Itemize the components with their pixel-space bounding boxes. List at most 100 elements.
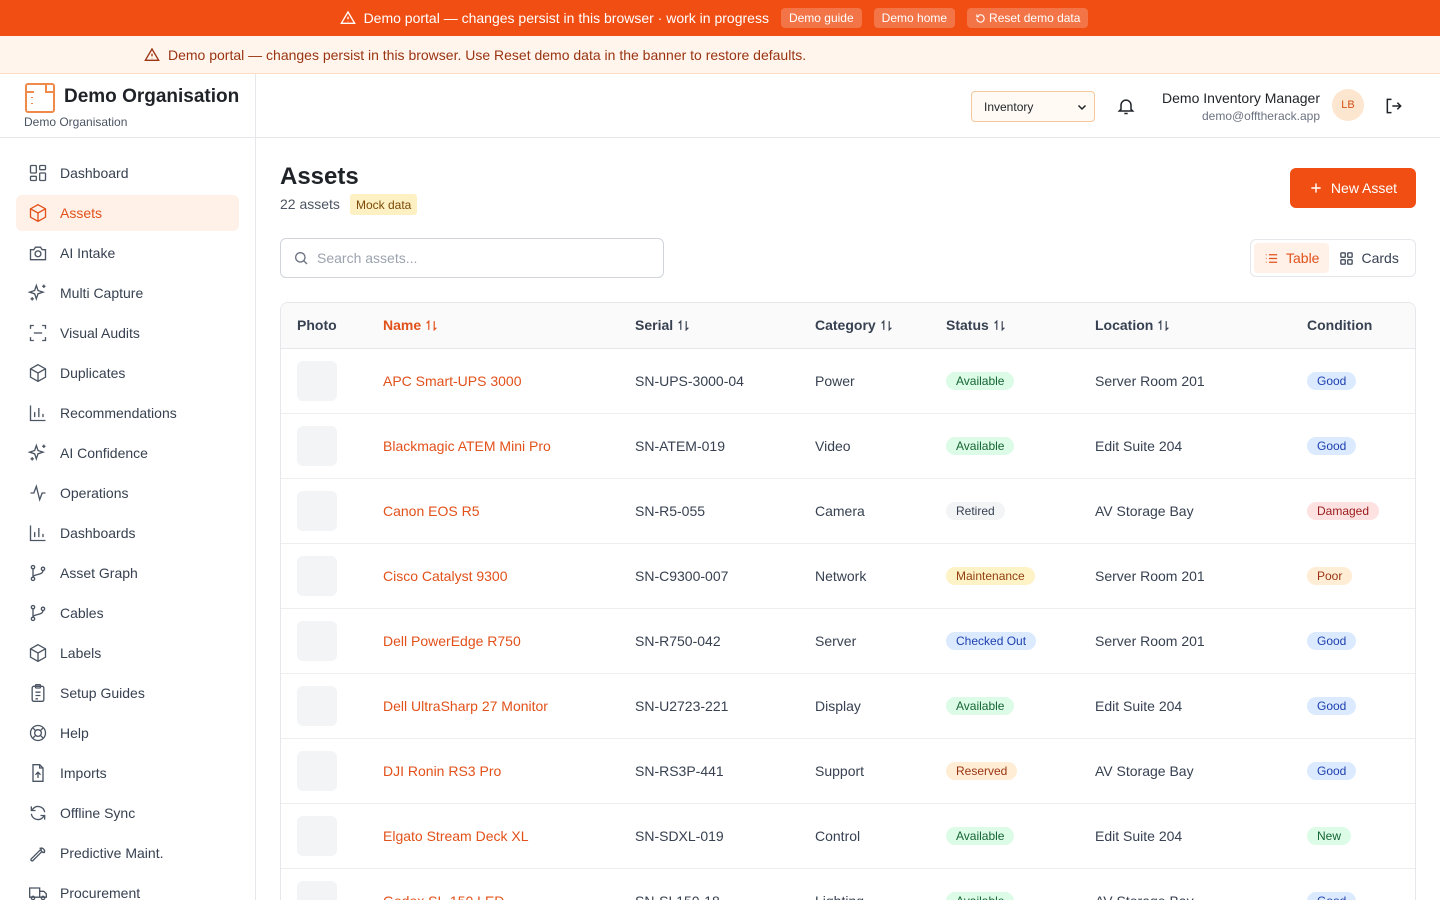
asset-photo-placeholder[interactable] bbox=[297, 360, 337, 401]
asset-photo-placeholder[interactable] bbox=[297, 555, 337, 596]
table-view-button[interactable]: Table bbox=[1254, 243, 1330, 273]
table-row[interactable]: Dell UltraSharp 27 Monitor SN-U2723-221 Di… bbox=[281, 673, 1415, 739]
asset-photo-placeholder[interactable] bbox=[297, 425, 337, 466]
reset-demo-button[interactable]: Reset demo data bbox=[967, 8, 1089, 28]
sidebar: Demo Organisation Demo Organisation Dash… bbox=[0, 74, 256, 900]
org-subtitle: Demo Organisation bbox=[24, 115, 128, 129]
truck-icon bbox=[29, 887, 47, 900]
category-cell: Support bbox=[799, 738, 930, 804]
column-header-category[interactable]: Category bbox=[799, 303, 930, 349]
sidebar-item-help[interactable]: Help bbox=[16, 715, 239, 751]
asset-photo-placeholder[interactable] bbox=[297, 685, 337, 726]
status-badge: Available bbox=[946, 696, 1015, 715]
user-email: demo@offtherack.app bbox=[1201, 109, 1320, 123]
location-cell: Edit Suite 204 bbox=[1079, 803, 1291, 869]
table-row[interactable]: DJI Ronin RS3 Pro SN-RS3P-441 Support Reser… bbox=[281, 738, 1415, 804]
sidebar-item-visual-audits[interactable]: Visual Audits bbox=[16, 315, 239, 351]
serial-cell: SN-UPS-3000-04 bbox=[619, 348, 799, 414]
table-row[interactable]: Elgato Stream Deck XL SN-SDXL-019 Control A… bbox=[281, 803, 1415, 869]
status-cell: Available bbox=[930, 413, 1079, 479]
status-cell: Retired bbox=[930, 478, 1079, 544]
brand[interactable]: Demo Organisation Demo Organisation bbox=[0, 74, 255, 138]
asset-photo-placeholder[interactable] bbox=[297, 815, 337, 856]
sidebar-item-dashboards[interactable]: Dashboards bbox=[16, 515, 239, 551]
asset-name-link[interactable]: Godox SL-150 LED bbox=[383, 893, 504, 900]
asset-name-link[interactable]: APC Smart-UPS 3000 bbox=[383, 373, 522, 389]
serial-cell: SN-RS3P-441 bbox=[619, 738, 799, 804]
category-cell: Camera bbox=[799, 478, 930, 544]
condition-badge: Good bbox=[1307, 696, 1357, 715]
sidebar-item-assets[interactable]: Assets bbox=[16, 195, 239, 231]
column-header-location[interactable]: Location bbox=[1079, 303, 1291, 349]
sidebar-item-offline-sync[interactable]: Offline Sync bbox=[16, 795, 239, 831]
sidebar-item-label: Dashboard bbox=[60, 165, 129, 181]
sparkles-icon bbox=[28, 443, 46, 461]
asset-name-link[interactable]: Dell UltraSharp 27 Monitor bbox=[383, 698, 548, 714]
photo-cell bbox=[281, 803, 367, 869]
asset-name-link[interactable]: Dell PowerEdge R750 bbox=[383, 633, 521, 649]
sidebar-item-operations[interactable]: Operations bbox=[16, 475, 239, 511]
table-row[interactable]: Canon EOS R5 SN-R5-055 Camera Retired AV Sto… bbox=[281, 478, 1415, 544]
sidebar-item-predictive-maint[interactable]: Predictive Maint. bbox=[16, 835, 239, 871]
column-header-serial[interactable]: Serial bbox=[619, 303, 799, 349]
demo-home-link[interactable]: Demo home bbox=[873, 8, 956, 28]
table-row[interactable]: Godox SL-150 LED SN-SL150-18Lighting Avail… bbox=[281, 868, 1415, 900]
name-cell: Blackmagic ATEM Mini Pro bbox=[367, 413, 619, 479]
context-select[interactable]: Inventory bbox=[971, 91, 1095, 122]
sidebar-item-ai-intake[interactable]: AI Intake bbox=[16, 235, 239, 271]
asset-name-link[interactable]: DJI Ronin RS3 Pro bbox=[383, 763, 501, 779]
asset-name-link[interactable]: Elgato Stream Deck XL bbox=[383, 828, 529, 844]
column-header-status[interactable]: Status bbox=[930, 303, 1079, 349]
box-icon bbox=[29, 643, 47, 663]
search-box[interactable] bbox=[280, 238, 664, 278]
chevron-down-icon bbox=[1077, 104, 1087, 111]
sidebar-item-dashboard[interactable]: Dashboard bbox=[16, 155, 239, 191]
asset-name-link[interactable]: Canon EOS R5 bbox=[383, 503, 480, 519]
asset-photo-placeholder[interactable] bbox=[297, 880, 337, 900]
warning-icon bbox=[144, 47, 160, 61]
asset-name-link[interactable]: Cisco Catalyst 9300 bbox=[383, 568, 508, 584]
sidebar-item-imports[interactable]: Imports bbox=[16, 755, 239, 791]
column-header-name[interactable]: Name bbox=[367, 303, 619, 349]
category-cell: Display bbox=[799, 673, 930, 739]
cards-view-button[interactable]: Cards bbox=[1329, 243, 1408, 273]
sidebar-item-setup-guides[interactable]: Setup Guides bbox=[16, 675, 239, 711]
table-row[interactable]: Blackmagic ATEM Mini Pro SN-ATEM-019 Video… bbox=[281, 413, 1415, 479]
box-icon bbox=[29, 203, 47, 223]
avatar[interactable]: LB bbox=[1332, 89, 1364, 121]
sidebar-item-label: AI Intake bbox=[60, 245, 116, 261]
photo-cell bbox=[281, 868, 367, 900]
sidebar-item-cables[interactable]: Cables bbox=[16, 595, 239, 631]
git-branch-icon bbox=[30, 604, 46, 622]
column-header-condition: Condition bbox=[1291, 303, 1415, 349]
search-input[interactable] bbox=[317, 250, 647, 266]
sidebar-item-label: Labels bbox=[60, 645, 102, 661]
name-cell: Godox SL-150 LED bbox=[367, 868, 619, 900]
serial-cell: SN-R5-055 bbox=[619, 478, 799, 544]
sidebar-item-labels[interactable]: Labels bbox=[16, 635, 239, 671]
activity-icon bbox=[30, 484, 46, 502]
asset-photo-placeholder[interactable] bbox=[297, 750, 337, 791]
asset-photo-placeholder[interactable] bbox=[297, 490, 337, 531]
sort-icon bbox=[1158, 319, 1170, 332]
logout-icon[interactable] bbox=[1384, 96, 1404, 116]
sidebar-item-duplicates[interactable]: Duplicates bbox=[16, 355, 239, 391]
sidebar-item-ai-confidence[interactable]: AI Confidence bbox=[16, 435, 239, 471]
sidebar-item-recommendations[interactable]: Recommendations bbox=[16, 395, 239, 431]
table-row[interactable]: Dell PowerEdge R750 SN-R750-042 Server Chec… bbox=[281, 608, 1415, 674]
file-upload-icon bbox=[32, 764, 44, 782]
category-cell: Lighting bbox=[799, 868, 930, 900]
new-asset-button[interactable]: New Asset bbox=[1290, 168, 1416, 208]
sidebar-item-asset-graph[interactable]: Asset Graph bbox=[16, 555, 239, 591]
asset-name-link[interactable]: Blackmagic ATEM Mini Pro bbox=[383, 438, 551, 454]
sidebar-nav: Dashboard Assets AI Intake Multi Capture Vis… bbox=[0, 138, 255, 900]
table-row[interactable]: Cisco Catalyst 9300 SN-C9300-007 Network Ma… bbox=[281, 543, 1415, 609]
asset-photo-placeholder[interactable] bbox=[297, 620, 337, 661]
bell-icon[interactable] bbox=[1116, 96, 1136, 116]
sidebar-item-label: Operations bbox=[60, 485, 129, 501]
table-row[interactable]: APC Smart-UPS 3000 SN-UPS-3000-04 Power Ava… bbox=[281, 348, 1415, 414]
sidebar-item-multi-capture[interactable]: Multi Capture bbox=[16, 275, 239, 311]
sidebar-item-label: Offline Sync bbox=[60, 805, 136, 821]
sidebar-item-procurement[interactable]: Procurement bbox=[16, 875, 239, 900]
demo-guide-link[interactable]: Demo guide bbox=[780, 8, 862, 28]
